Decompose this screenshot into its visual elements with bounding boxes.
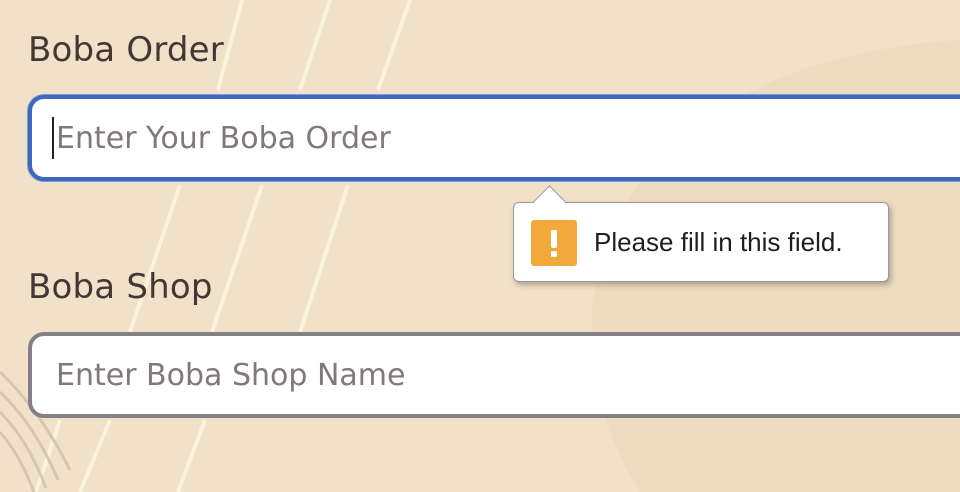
boba-order-label: Boba Order xyxy=(28,30,224,70)
validation-message: Please fill in this field. xyxy=(594,227,843,257)
validation-tooltip: Please fill in this field. xyxy=(513,185,889,282)
text-caret xyxy=(52,117,54,159)
boba-order-input[interactable] xyxy=(28,95,960,181)
warning-icon xyxy=(531,220,577,266)
boba-shop-input[interactable] xyxy=(28,332,960,418)
boba-shop-label: Boba Shop xyxy=(28,267,213,307)
